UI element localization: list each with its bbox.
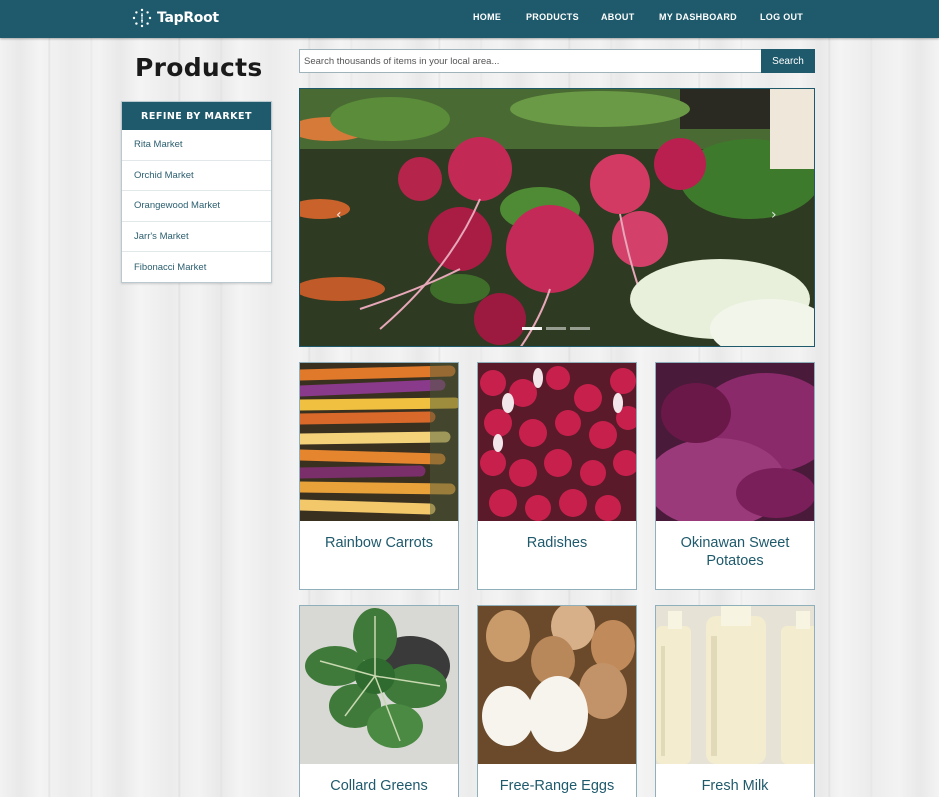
nav-about[interactable]: ABOUT <box>601 12 635 22</box>
product-card-radishes[interactable]: Radishes <box>477 362 637 590</box>
product-name: Radishes <box>526 535 588 551</box>
market-filter-jarrs[interactable]: Jarr's Market <box>122 222 271 252</box>
product-card-rainbow-carrots[interactable]: Rainbow Carrots <box>299 362 459 590</box>
carousel-dot[interactable] <box>570 327 590 330</box>
chevron-left-icon[interactable]: ‹ <box>336 207 342 223</box>
product-name: Free-Range Eggs <box>499 778 615 794</box>
product-name: Okinawan Sweet Potatoes <box>680 535 790 569</box>
market-filter-orangewood[interactable]: Orangewood Market <box>122 191 271 222</box>
product-card-fresh-milk[interactable]: Fresh Milk <box>655 605 815 797</box>
collard-greens-image <box>300 606 458 764</box>
free-range-eggs-image <box>478 606 636 764</box>
nav-my-dashboard[interactable]: MY DASHBOARD <box>659 12 737 22</box>
search-bar: Search <box>299 49 815 73</box>
chevron-right-icon[interactable]: › <box>771 207 777 223</box>
radishes-image <box>478 363 636 521</box>
product-card-collard-greens[interactable]: Collard Greens <box>299 605 459 797</box>
dotted-circle-logo-icon <box>132 8 152 28</box>
rainbow-carrots-image <box>300 363 458 521</box>
hero-carousel[interactable]: ‹ › <box>299 88 815 347</box>
fresh-milk-image <box>656 606 814 764</box>
nav-home[interactable]: HOME <box>473 12 501 22</box>
market-filter-rita[interactable]: Rita Market <box>122 130 271 161</box>
brand-name: TapRoot <box>157 10 219 26</box>
carousel-dot[interactable] <box>522 327 542 330</box>
product-name: Fresh Milk <box>701 778 769 794</box>
okinawan-sweet-potatoes-image <box>656 363 814 521</box>
brand-link[interactable]: TapRoot <box>132 7 219 29</box>
market-filter-orchid[interactable]: Orchid Market <box>122 161 271 191</box>
carousel-indicators <box>522 327 590 330</box>
refine-header: REFINE BY MARKET <box>122 102 271 130</box>
refine-by-market-panel: REFINE BY MARKET Rita Market Orchid Mark… <box>121 101 272 283</box>
search-input[interactable] <box>299 49 762 73</box>
product-card-free-range-eggs[interactable]: Free-Range Eggs <box>477 605 637 797</box>
search-button[interactable]: Search <box>761 49 815 73</box>
product-name: Collard Greens <box>330 778 428 794</box>
page-title: Products <box>135 53 263 82</box>
nav-log-out[interactable]: LOG OUT <box>760 12 803 22</box>
product-name: Rainbow Carrots <box>325 535 433 551</box>
market-filter-fibonacci[interactable]: Fibonacci Market <box>122 252 271 283</box>
carousel-radish-image <box>300 89 814 346</box>
carousel-dot[interactable] <box>546 327 566 330</box>
product-card-okinawan-sweet-potatoes[interactable]: Okinawan Sweet Potatoes <box>655 362 815 590</box>
nav-products[interactable]: PRODUCTS <box>526 12 579 22</box>
top-navbar: TapRoot HOME PRODUCTS ABOUT MY DASHBOARD… <box>0 0 939 38</box>
